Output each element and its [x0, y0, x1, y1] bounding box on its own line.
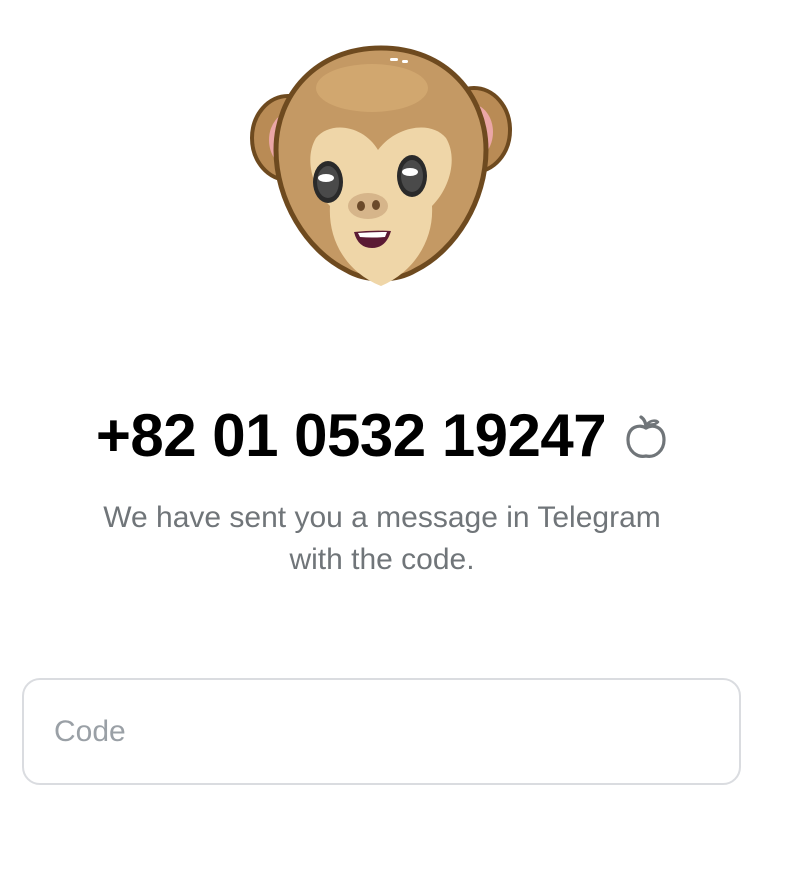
code-field[interactable] [22, 678, 741, 785]
monkey-icon [250, 45, 512, 286]
message-line-2: with the code. [289, 543, 475, 576]
code-sent-message: We have sent you a message in Telegram w… [0, 497, 764, 581]
message-line-1: We have sent you a message in Telegram [103, 501, 661, 534]
code-input[interactable] [54, 680, 704, 783]
phone-row: +82 01 0532 19247 [0, 395, 800, 475]
edit-phone-icon[interactable] [622, 414, 670, 462]
phone-number: +82 01 0532 19247 [95, 401, 607, 469]
